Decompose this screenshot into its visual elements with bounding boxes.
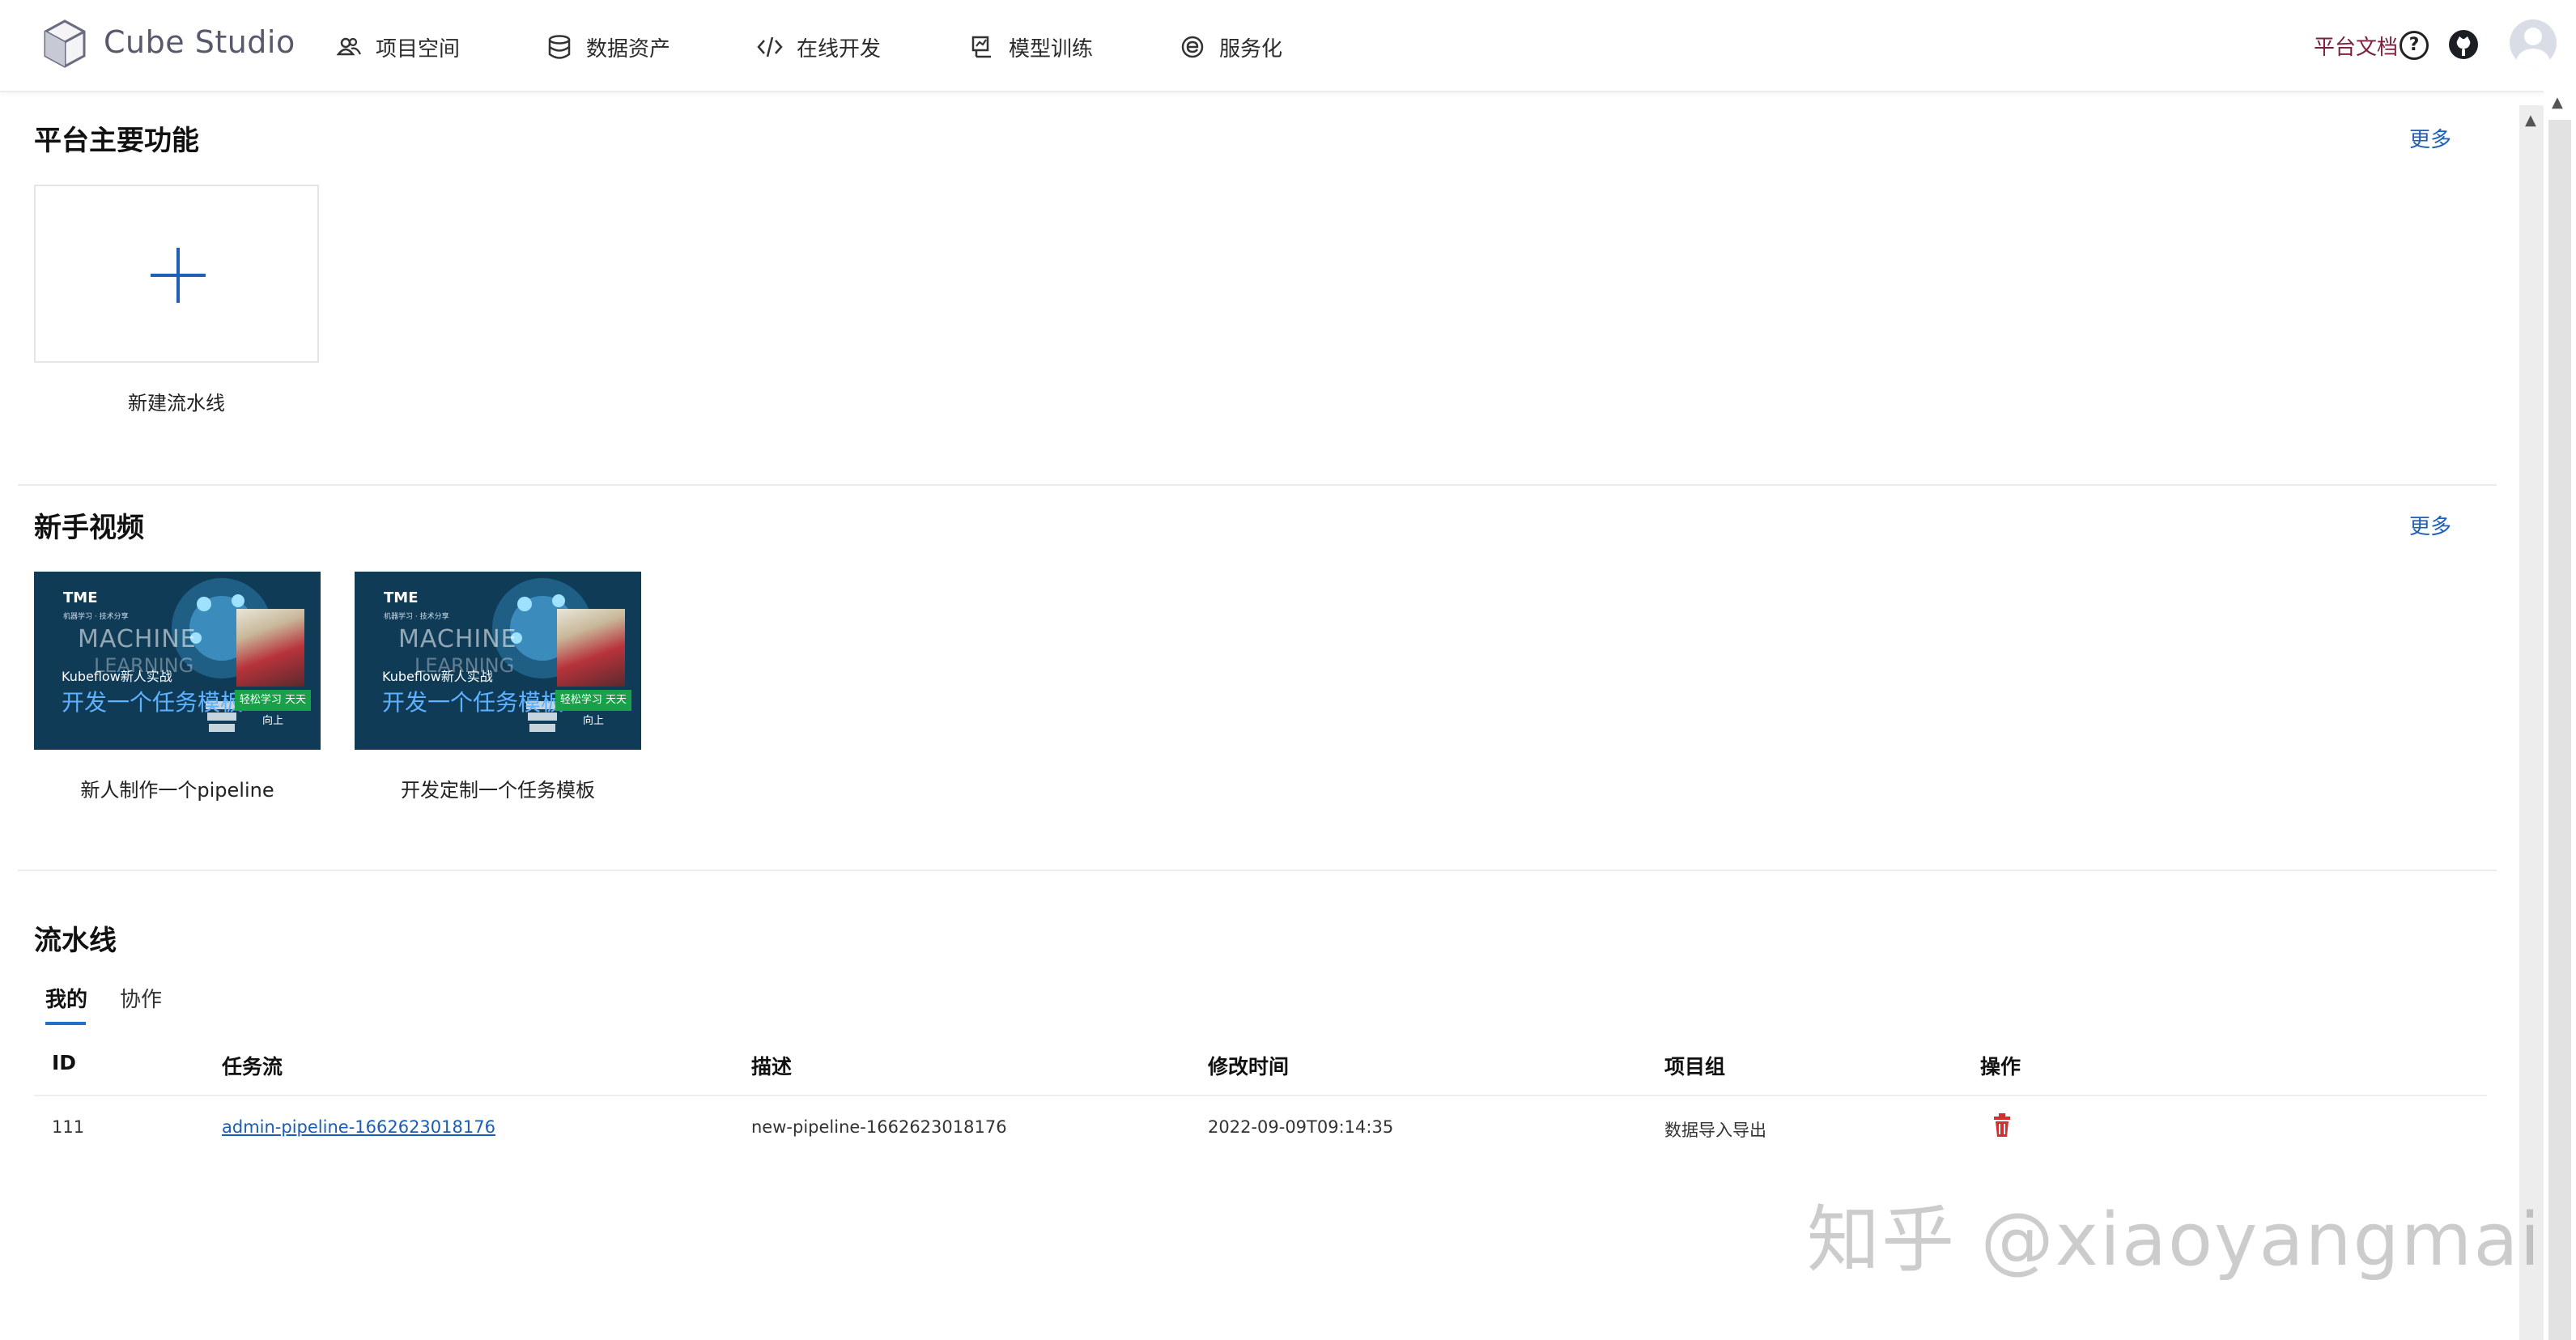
- video-kubeflow-text: Kubeflow新人实战: [62, 669, 172, 684]
- column-header-description[interactable]: 描述: [751, 1051, 792, 1080]
- scroll-up-icon[interactable]: ▲: [2525, 112, 2536, 129]
- cell-description: new-pipeline-1662623018176: [751, 1117, 1007, 1137]
- video-word-machine: MACHINE: [398, 625, 517, 653]
- active-tab-indicator: [45, 1022, 86, 1025]
- video-brand-logo: TME: [63, 589, 98, 606]
- pipeline-link[interactable]: admin-pipeline-1662623018176: [222, 1117, 495, 1137]
- video-photo: [557, 609, 625, 687]
- features-title: 平台主要功能: [34, 125, 199, 157]
- column-header-project[interactable]: 项目组: [1664, 1051, 1725, 1080]
- page-scrollbar[interactable]: ▲: [2544, 91, 2576, 1340]
- nav-project-space[interactable]: 项目空间: [335, 29, 460, 65]
- tab-mine[interactable]: 我的: [45, 983, 87, 1013]
- section-divider: [18, 870, 2497, 871]
- nav-online-dev-label: 在线开发: [797, 36, 882, 62]
- nav-model-training[interactable]: 模型训练: [968, 29, 1093, 65]
- cell-id: 111: [52, 1117, 85, 1137]
- nav-data-assets[interactable]: 数据资产: [546, 29, 670, 65]
- cube-logo-icon[interactable]: [44, 19, 86, 68]
- features-more-link[interactable]: 更多: [2409, 123, 2451, 153]
- column-header-modified[interactable]: 修改时间: [1208, 1051, 1289, 1080]
- nav-project-space-label: 项目空间: [376, 36, 461, 62]
- nav-service-label: 服务化: [1219, 36, 1283, 62]
- github-icon[interactable]: [2448, 29, 2479, 60]
- video-brand-sub: 机器学习 · 技术分享: [63, 613, 129, 621]
- trash-icon[interactable]: [1992, 1112, 2013, 1138]
- video-thumbnail[interactable]: TME 机器学习 · 技术分享 MACHINE LEARNING Kubeflo…: [34, 572, 321, 750]
- column-header-pipeline[interactable]: 任务流: [222, 1051, 283, 1080]
- page-scrollbar-thumb[interactable]: [2548, 120, 2571, 1340]
- new-pipeline-card[interactable]: [34, 185, 319, 363]
- video-caption[interactable]: 新人制作一个pipeline: [34, 774, 321, 802]
- pipelines-title: 流水线: [34, 925, 117, 957]
- table-header-divider: [34, 1095, 2487, 1096]
- platform-docs-link[interactable]: 平台文档: [2314, 31, 2398, 61]
- help-icon[interactable]: ?: [2400, 31, 2429, 60]
- video-word-machine: MACHINE: [78, 625, 197, 653]
- code-icon: [757, 36, 783, 57]
- team-icon: [336, 37, 362, 56]
- page-scroll-up-icon[interactable]: ▲: [2552, 94, 2563, 111]
- video-brand-logo: TME: [384, 589, 419, 606]
- video-photo: [236, 609, 304, 687]
- videos-more-link[interactable]: 更多: [2409, 510, 2451, 540]
- video-brand-sub: 机器学习 · 技术分享: [384, 613, 449, 621]
- video-thumb-title: 开发一个任务模板: [382, 689, 564, 716]
- video-thumb-title: 开发一个任务模板: [62, 689, 244, 716]
- database-icon: [548, 35, 571, 59]
- plus-icon: [151, 248, 206, 303]
- video-thumbnail[interactable]: TME 机器学习 · 技术分享 MACHINE LEARNING Kubeflo…: [355, 572, 641, 750]
- cell-project-group: 数据导入导出: [1664, 1121, 1766, 1140]
- video-banner: 轻松学习 天天向上: [235, 690, 311, 727]
- nav-online-dev[interactable]: 在线开发: [756, 29, 881, 65]
- video-kubeflow-text: Kubeflow新人实战: [382, 669, 493, 684]
- watermark-text: 知乎 @xiaoyangmai: [1807, 1197, 2542, 1283]
- new-pipeline-label[interactable]: 新建流水线: [34, 387, 319, 415]
- top-navbar: Cube Studio 项目空间 数据资产 在线开发 模型训练 服务化 平台文档…: [0, 0, 2576, 92]
- service-icon: [1181, 36, 1204, 58]
- column-header-action: 操作: [1980, 1055, 2021, 1078]
- section-divider: [18, 484, 2497, 486]
- model-icon: [971, 36, 991, 58]
- content-scrollbar[interactable]: ▲: [2519, 105, 2544, 1340]
- nav-model-training-label: 模型训练: [1009, 36, 1094, 62]
- brand-name[interactable]: Cube Studio: [104, 24, 295, 60]
- nav-service[interactable]: 服务化: [1179, 29, 1282, 65]
- tab-collaboration[interactable]: 协作: [120, 983, 162, 1013]
- cell-modified-time: 2022-09-09T09:14:35: [1208, 1117, 1394, 1137]
- column-header-id[interactable]: ID: [52, 1051, 76, 1074]
- nav-data-assets-label: 数据资产: [586, 36, 671, 62]
- video-banner: 轻松学习 天天向上: [555, 690, 631, 727]
- video-caption[interactable]: 开发定制一个任务模板: [355, 774, 641, 802]
- user-avatar[interactable]: [2510, 19, 2557, 66]
- videos-title: 新手视频: [34, 512, 144, 544]
